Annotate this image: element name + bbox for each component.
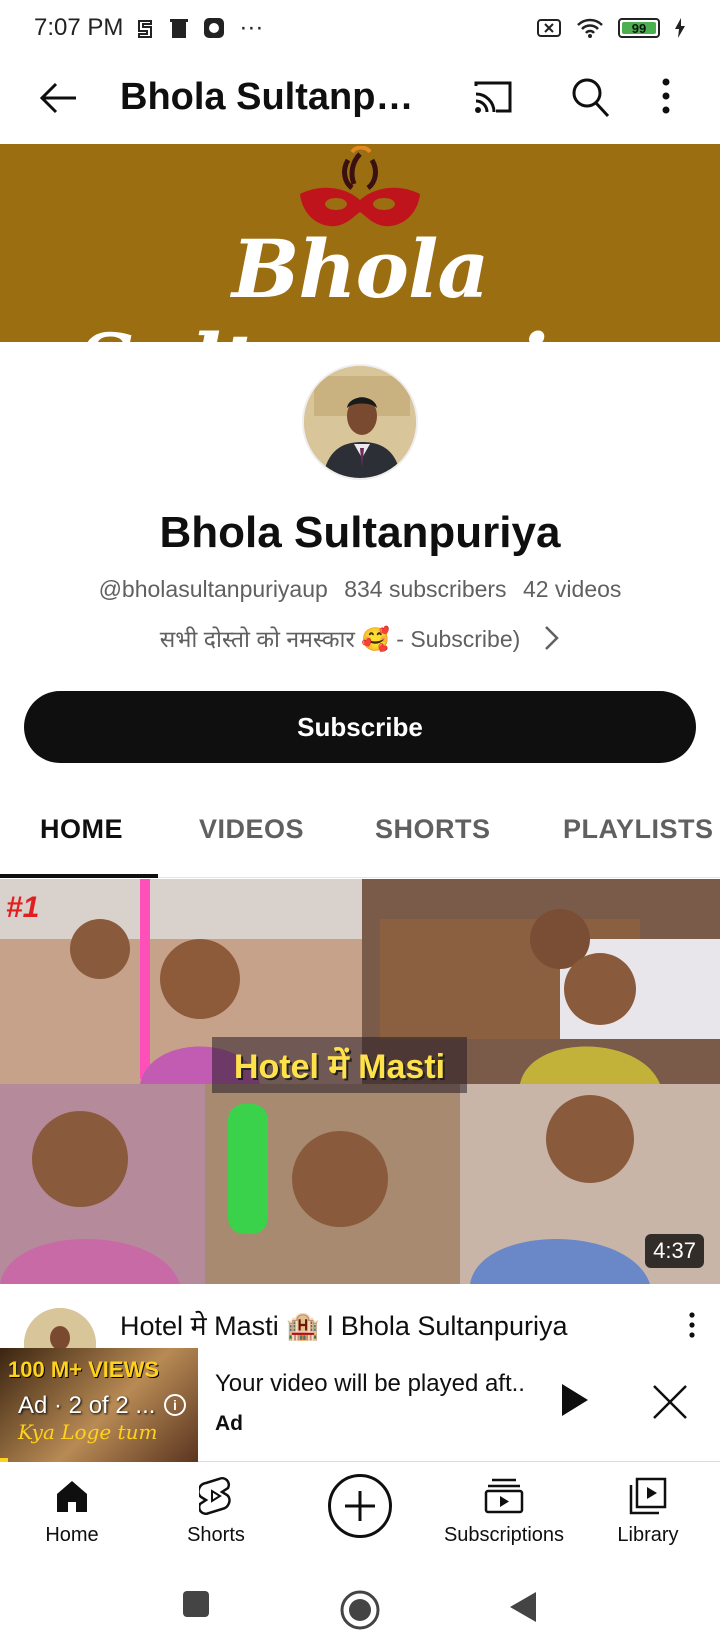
trash-icon [170,19,189,38]
create-button[interactable] [328,1474,392,1538]
battery-icon: 99 [618,18,660,38]
chevron-right-icon [545,626,560,650]
app-bar: Bhola Sultanpur... [0,56,720,144]
video-more-options-icon[interactable] [688,1312,696,1338]
description-text: सभी दोस्तो को नमस्कार 🥰 - Subscribe) [159,626,521,652]
avatar-image [304,366,416,478]
ad-miniplayer[interactable]: 100 M+ VIEWS Ad · 2 of 2 ... Kya Loge tu… [0,1348,720,1462]
back-button-icon[interactable] [508,1590,538,1624]
active-tab-indicator [0,874,158,878]
channel-handle: @bholasultanpuriyaup [98,576,328,602]
cast-icon[interactable] [472,78,514,118]
nav-home-label: Home [45,1524,99,1546]
close-icon[interactable] [652,1384,688,1420]
play-icon[interactable] [560,1382,590,1418]
subscriber-count: 834 subscribers [344,576,507,602]
ad-message: Your video will be played aft.. [215,1370,525,1397]
tab-playlists[interactable]: PLAYLISTS [563,814,714,845]
channel-tabs: HOME VIDEOS SHORTS PLAYLISTS [0,790,720,878]
video-count: 42 videos [522,576,622,602]
channel-banner: Bhola Sultanpuriya [0,144,720,342]
featured-video-info[interactable]: Hotel मे Masti 🏨 l Bhola Sultanpuriya [0,1284,720,1380]
ad-counter: Ad · 2 of 2 ... [18,1392,156,1419]
app-notification-icon [204,18,225,38]
status-bar: 7:07 PM ··· 99 [0,0,720,56]
banner-logo-text: Bhola Sultanpuriya [77,222,644,342]
nav-subscriptions[interactable]: Subscriptions [434,1470,574,1547]
status-time: 7:07 PM [34,14,124,41]
rank-badge: #1 [6,891,40,924]
search-icon[interactable] [570,76,610,120]
nav-library[interactable]: Library [578,1470,718,1547]
subscriptions-icon [484,1478,524,1514]
nav-shorts[interactable]: Shorts [146,1470,286,1547]
bottom-navigation: Home Shorts Subscriptions Library [0,1462,720,1568]
ad-thumb-views: 100 M+ VIEWS [8,1357,160,1382]
more-options-icon[interactable] [660,78,672,114]
info-icon[interactable]: i [164,1394,186,1416]
thumbnail-caption: Hotel में Masti [212,1037,467,1093]
featured-video-thumbnail[interactable]: #1 Hotel में Masti 4:37 [0,879,720,1284]
video-title[interactable]: Hotel मे Masti 🏨 l Bhola Sultanpuriya [120,1306,567,1343]
back-arrow-icon[interactable] [36,76,80,120]
nav-shorts-label: Shorts [187,1524,245,1546]
channel-name: Bhola Sultanpuriya [159,508,561,557]
tab-videos[interactable]: VIDEOS [199,814,304,845]
video-duration: 4:37 [645,1234,704,1268]
no-sim-icon [537,19,561,37]
plus-icon [345,1491,375,1521]
channel-description[interactable]: सभी दोस्तो को नमस्कार 🥰 - Subscribe) [0,622,720,654]
wifi-icon [577,18,603,38]
charging-icon [675,18,685,38]
notification-icon [138,20,153,38]
home-button-icon[interactable] [340,1590,380,1630]
channel-avatar[interactable] [302,364,418,480]
subscribe-button[interactable]: Subscribe [24,691,696,763]
system-navigation [0,1568,720,1650]
shorts-icon [199,1477,231,1515]
more-notifications: ··· [239,14,264,41]
ad-tag: Ad [215,1412,243,1435]
ad-thumbnail[interactable]: 100 M+ VIEWS Ad · 2 of 2 ... Kya Loge tu… [0,1348,198,1462]
home-icon [57,1481,87,1512]
recents-icon[interactable] [182,1590,210,1618]
library-icon [629,1477,667,1515]
nav-subscriptions-label: Subscriptions [443,1524,565,1546]
ad-thumb-script: Kya Loge tum [18,1420,158,1444]
tab-shorts[interactable]: SHORTS [375,814,491,845]
channel-meta: @bholasultanpuriyaup 834 subscribers 42 … [0,576,720,603]
page-title: Bhola Sultanpur... [120,76,430,118]
tab-home[interactable]: HOME [40,814,123,845]
nav-library-label: Library [617,1524,679,1546]
nav-home[interactable]: Home [2,1470,142,1547]
